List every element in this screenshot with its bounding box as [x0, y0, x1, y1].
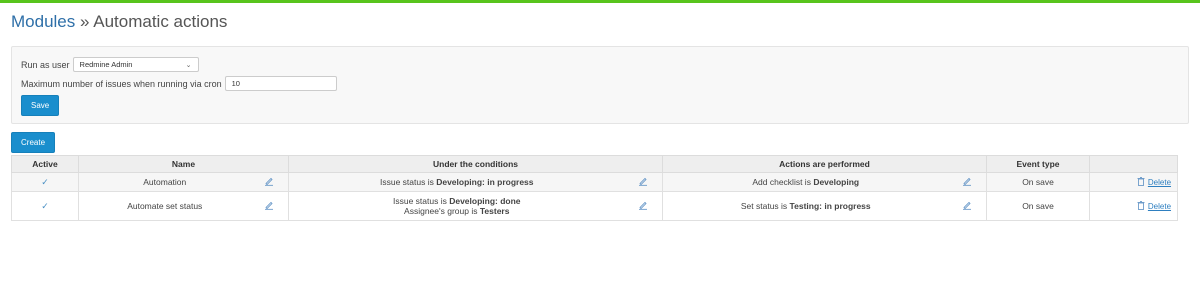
condition-value: Testers — [479, 206, 510, 216]
condition-value: Developing: done — [449, 196, 521, 206]
action-value: Testing: in progress — [789, 201, 871, 211]
conditions-cell: Issue status is Developing: done Assigne… — [288, 191, 625, 221]
header-event-type[interactable]: Event type — [986, 155, 1091, 173]
trash-icon — [1137, 200, 1145, 212]
delete-label: Delete — [1147, 201, 1172, 211]
breadcrumb-current: Automatic actions — [93, 12, 228, 31]
max-issues-value: 10 — [231, 79, 240, 88]
actions-cell: Add checklist is Developing — [662, 172, 949, 192]
delete-link[interactable]: Delete — [1137, 200, 1172, 212]
create-button[interactable]: Create — [11, 132, 56, 153]
run-as-value: Redmine Admin — [79, 60, 133, 69]
name-cell: Automate set status — [78, 191, 251, 221]
condition-prefix: Issue status is — [379, 177, 437, 187]
action-prefix: Set status is — [740, 201, 790, 211]
delete-label: Delete — [1147, 177, 1172, 187]
chevron-down-icon: ⌄ — [185, 61, 192, 69]
pencil-icon[interactable] — [638, 176, 648, 188]
breadcrumb-separator: » — [75, 12, 94, 31]
pencil-icon[interactable] — [264, 200, 274, 212]
active-cell: ✓ — [11, 191, 79, 221]
active-cell: ✓ — [11, 172, 79, 192]
pencil-icon[interactable] — [264, 176, 274, 188]
pencil-icon[interactable] — [638, 200, 648, 212]
event-type-cell: On save — [986, 172, 1091, 192]
header-active[interactable]: Active — [11, 155, 79, 173]
actions-cell: Set status is Testing: in progress — [662, 191, 949, 221]
table-header-row: Active Name Under the conditions Actions… — [11, 155, 1179, 173]
header-conditions[interactable]: Under the conditions — [288, 155, 663, 173]
delete-link[interactable]: Delete — [1137, 176, 1172, 188]
header-actions[interactable]: Actions are performed — [661, 155, 988, 173]
pencil-icon[interactable] — [962, 176, 972, 188]
table-row: ✓ Automate set status Issue status is De… — [11, 191, 1179, 221]
table-row: ✓ Automation Issue status is Developing:… — [11, 172, 1179, 192]
run-as-select[interactable]: Redmine Admin ⌄ — [72, 57, 199, 72]
action-prefix: Add checklist is — [752, 177, 814, 187]
condition-prefix: Assignee's group is — [404, 206, 480, 216]
run-as-label: Run as user — [21, 59, 70, 70]
conditions-cell: Issue status is Developing: in progress — [288, 172, 625, 192]
check-icon: ✓ — [41, 200, 49, 211]
trash-icon — [1137, 176, 1145, 188]
action-value: Developing — [813, 177, 860, 187]
automatic-actions-table: Active Name Under the conditions Actions… — [11, 155, 1179, 221]
check-icon: ✓ — [41, 176, 49, 187]
pencil-icon[interactable] — [962, 200, 972, 212]
page-title: Modules » Automatic actions — [11, 12, 1189, 32]
condition-value: Developing: in progress — [436, 177, 534, 187]
header-delete — [1089, 155, 1179, 173]
header-name[interactable]: Name — [78, 155, 289, 173]
max-issues-input[interactable]: 10 — [224, 76, 337, 91]
condition-prefix: Issue status is — [392, 196, 450, 206]
name-cell: Automation — [78, 172, 251, 192]
event-type-cell: On save — [986, 191, 1091, 221]
breadcrumb-modules-link[interactable]: Modules — [11, 12, 75, 31]
settings-box: Run as user Redmine Admin ⌄ Maximum numb… — [11, 46, 1189, 124]
max-issues-label: Maximum number of issues when running vi… — [21, 78, 222, 89]
save-button[interactable]: Save — [21, 95, 60, 116]
top-accent-bar — [0, 0, 1200, 3]
